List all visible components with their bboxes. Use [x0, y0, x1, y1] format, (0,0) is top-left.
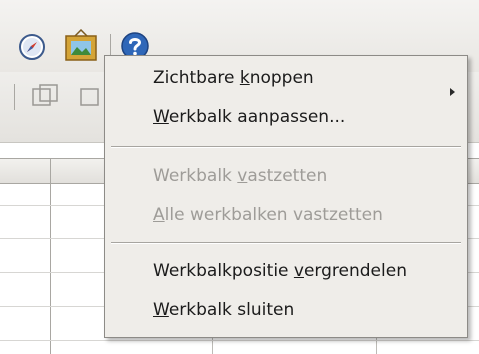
menu-item-close-toolbar[interactable]: Werkbalk sluiten — [153, 300, 294, 320]
menu-item-visible-buttons[interactable]: Zichtbare knoppen — [153, 68, 463, 96]
menu-item-dock-all-toolbars[interactable]: Alle werkbalken vastzetten — [153, 205, 383, 225]
submenu-arrow-icon — [450, 88, 455, 96]
menu-item-dock-toolbar[interactable]: Werkbalk vastzetten — [153, 166, 327, 186]
grid-line — [0, 340, 479, 341]
gallery-icon[interactable] — [64, 28, 98, 65]
toolbar-separator — [14, 84, 15, 110]
menu-item-lock-toolbar-position[interactable]: Werkbalkpositie vergrendelen — [153, 261, 407, 281]
frame-icon[interactable] — [30, 82, 60, 116]
menu-separator — [111, 146, 461, 148]
menu-separator — [111, 242, 461, 244]
navigator-icon[interactable] — [18, 33, 46, 65]
toolbar-context-menu: Zichtbare knoppen Werkbalk aanpassen... … — [104, 55, 468, 338]
menu-item-customize-toolbar[interactable]: Werkbalk aanpassen... — [153, 107, 345, 127]
grid-line — [50, 158, 51, 354]
